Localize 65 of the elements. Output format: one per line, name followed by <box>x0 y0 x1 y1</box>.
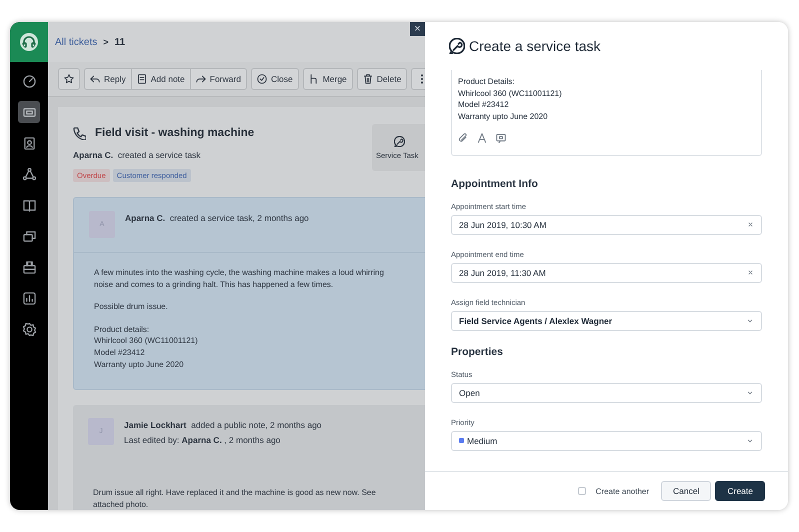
chart-icon <box>22 292 36 304</box>
breadcrumb-separator: > <box>103 37 108 47</box>
toolbar-button[interactable]: Close <box>252 69 298 89</box>
sidebar-item[interactable] <box>18 101 40 123</box>
checkbox-label: Create another <box>596 486 650 496</box>
toolbox-icon <box>22 260 36 274</box>
create-button[interactable]: Create <box>715 481 765 501</box>
settings-icon <box>22 322 36 336</box>
network-icon <box>22 168 36 180</box>
chevron-down-icon <box>746 388 754 397</box>
breadcrumb-link[interactable]: All tickets <box>55 36 98 48</box>
toolbar-button[interactable]: Add note <box>130 69 190 89</box>
clear-icon[interactable] <box>747 269 754 276</box>
description-editor[interactable]: Product Details: Whirlcool 360 (WC11001121) Model #23412 Warranty upto June 2020 <box>451 70 762 156</box>
wrench-icon <box>394 136 405 146</box>
reply-icon <box>90 74 100 84</box>
phone-icon <box>73 126 86 140</box>
message-paragraph: Drum issue all right. Have replaced it and the machine is good as new now. See attached photo. <box>93 487 377 510</box>
cancel-button[interactable]: Cancel <box>661 481 712 501</box>
editor-line: Product Details: <box>458 76 516 88</box>
check-circle-icon <box>256 74 267 84</box>
book-icon <box>22 198 36 212</box>
toolbar-button[interactable]: Reply <box>85 69 131 89</box>
edited-note: Last edited by: Aparna C. , 2 months ago <box>124 435 282 446</box>
conversation-meta: Aparna C. created a service task, 2 months ago <box>125 213 309 223</box>
ticket-icon <box>22 106 36 118</box>
editor-line: Whirlcool 360 (WC11001121) <box>458 88 563 100</box>
headset-icon <box>20 33 38 51</box>
star-icon <box>64 74 74 84</box>
merge-icon <box>308 74 319 84</box>
canned-response-icon[interactable] <box>496 132 506 143</box>
conversation-meta: Jamie Lockhart added a public note, 2 months ago <box>124 420 322 430</box>
trash-icon <box>362 74 373 84</box>
section-heading: Appointment Info <box>451 178 539 190</box>
contact-card-icon <box>22 136 36 150</box>
toolbar-button[interactable]: Delete <box>358 69 406 89</box>
message-paragraph: Possible drum issue. <box>94 301 169 313</box>
checkbox[interactable] <box>578 487 586 495</box>
clear-icon[interactable] <box>747 221 754 228</box>
gauge-icon <box>22 74 36 88</box>
editor-line: Warranty upto June 2020 <box>458 111 549 123</box>
panel-title: Create a service task <box>469 38 600 54</box>
ticket-number: 11 <box>114 36 126 48</box>
select-field[interactable]: Field Service Agents / Alexlex Wagner <box>451 310 762 331</box>
toolbar-button[interactable]: Forward <box>190 69 246 89</box>
message-paragraph: Product details: Whirlcool 360 (WC11001121) Model #23412 Warranty upto June 2020 <box>94 324 199 370</box>
ticket-author-line: Aparna C. created a service task <box>73 150 201 160</box>
date-field[interactable]: 28 Jun 2019, 10:30 AM <box>451 214 762 235</box>
forward-icon <box>196 74 206 84</box>
font-icon[interactable] <box>477 132 487 143</box>
close-button[interactable]: × <box>410 22 425 36</box>
chevron-down-icon <box>746 436 754 445</box>
wrench-icon <box>449 38 465 54</box>
select-field[interactable]: Open <box>451 382 762 403</box>
attach-icon[interactable] <box>458 132 468 143</box>
chat-icon <box>22 230 36 242</box>
select-field[interactable]: Medium <box>451 430 762 451</box>
note-icon <box>136 74 147 84</box>
message-paragraph: A few minutes into the washing cycle, the washing machine makes a loud whirring noise and comes to a grinding halt. This has happened a few times. <box>94 267 385 290</box>
section-heading: Properties <box>451 346 504 358</box>
chevron-down-icon <box>746 316 754 325</box>
toolbar-button[interactable]: Merge <box>304 69 352 89</box>
ticket-title: Field visit - washing machine <box>95 127 254 139</box>
date-field[interactable]: 28 Jun 2019, 11:30 AM <box>451 262 762 283</box>
editor-line: Model #23412 <box>458 99 510 112</box>
